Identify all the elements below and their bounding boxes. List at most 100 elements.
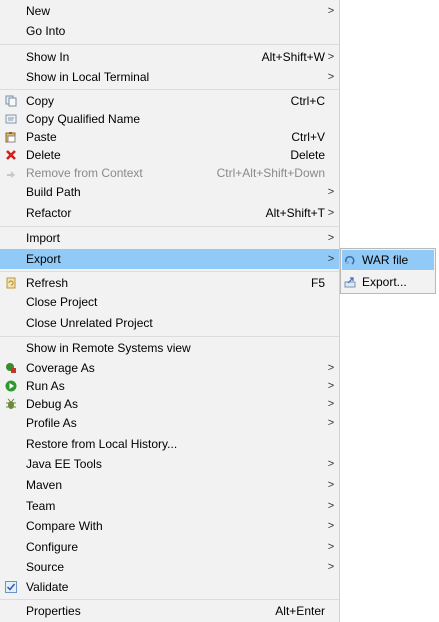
submenu-arrow-icon: >: [327, 500, 335, 512]
menu-item-compare-with[interactable]: Compare With >: [0, 516, 339, 536]
menu-item-label: Delete: [26, 148, 61, 162]
menu-item-copy-qualified-name[interactable]: Copy Qualified Name: [0, 109, 339, 129]
menu-item-label: Remove from Context: [26, 166, 143, 180]
menu-item-restore-from-local-history[interactable]: Restore from Local History...: [0, 434, 339, 454]
delete-icon: [5, 149, 17, 161]
menu-item-label: Configure: [26, 540, 79, 554]
submenu-arrow-icon: >: [327, 479, 335, 491]
menu-item-maven[interactable]: Maven >: [0, 475, 339, 495]
submenu-arrow-icon: >: [327, 561, 335, 573]
menu-item-label: Paste: [26, 130, 57, 144]
run-icon: [5, 380, 17, 392]
menu-item-validate[interactable]: Validate: [0, 577, 339, 597]
menu-item-label: Coverage As: [26, 361, 95, 375]
export-wizard-icon: [344, 276, 356, 288]
menu-item-label: Show in Remote Systems view: [26, 341, 191, 355]
submenu-arrow-icon: >: [327, 398, 335, 410]
menu-item-shortcut: Delete: [290, 148, 325, 162]
menu-separator: [0, 599, 339, 600]
menu-item-label: Restore from Local History...: [26, 437, 178, 451]
menu-separator: [0, 271, 339, 272]
menu-item-import[interactable]: Import >: [0, 228, 339, 248]
menu-item-java-ee-tools[interactable]: Java EE Tools >: [0, 454, 339, 474]
menu-item-show-in[interactable]: Show In Alt+Shift+W >: [0, 47, 339, 67]
debug-icon: [5, 398, 17, 410]
menu-item-label: Compare With: [26, 519, 103, 533]
menu-item-build-path[interactable]: Build Path >: [0, 182, 339, 202]
submenu-arrow-icon: >: [327, 207, 335, 219]
menu-item-label: Java EE Tools: [26, 457, 102, 471]
menu-item-label: New: [26, 4, 51, 18]
submenu-arrow-icon: >: [327, 232, 335, 244]
submenu-arrow-icon: >: [327, 51, 335, 63]
menu-item-label: Copy: [26, 94, 55, 108]
submenu-item-label: Export...: [362, 275, 407, 289]
menu-item-run-as[interactable]: Run As >: [0, 376, 339, 396]
menu-item-shortcut: Ctrl+V: [291, 130, 325, 144]
menu-item-label: Validate: [26, 580, 69, 594]
menu-item-close-unrelated-project[interactable]: Close Unrelated Project: [0, 313, 339, 333]
submenu-arrow-icon: >: [327, 362, 335, 374]
menu-item-export[interactable]: Export >: [0, 249, 339, 269]
menu-item-shortcut: Alt+Shift+T: [265, 206, 325, 220]
menu-item-shortcut: Alt+Shift+W: [261, 50, 325, 64]
submenu-item-war-file[interactable]: WAR file: [342, 250, 434, 270]
menu-item-shortcut: Ctrl+Alt+Shift+Down: [216, 166, 325, 180]
export-submenu: WAR file Export...: [340, 248, 436, 294]
menu-item-shortcut: Alt+Enter: [275, 604, 325, 618]
menu-item-label: Export: [26, 252, 61, 266]
menu-item-debug-as[interactable]: Debug As >: [0, 394, 339, 414]
menu-separator: [0, 44, 339, 45]
menu-item-label: Properties: [26, 604, 81, 618]
coverage-icon: [5, 362, 17, 374]
menu-item-label: Source: [26, 560, 65, 574]
menu-item-shortcut: Ctrl+C: [290, 94, 325, 108]
menu-item-source[interactable]: Source >: [0, 557, 339, 577]
submenu-arrow-icon: >: [327, 541, 335, 553]
refresh-icon: [5, 277, 17, 289]
submenu-arrow-icon: >: [327, 458, 335, 470]
menu-item-properties[interactable]: Properties Alt+Enter: [0, 601, 339, 621]
copy-icon: [5, 95, 17, 107]
menu-item-team[interactable]: Team >: [0, 496, 339, 516]
menu-item-paste[interactable]: Paste Ctrl+V: [0, 127, 339, 147]
submenu-arrow-icon: >: [327, 186, 335, 198]
menu-item-label: Refresh: [26, 276, 69, 290]
menu-item-show-in-local-terminal[interactable]: Show in Local Terminal >: [0, 67, 339, 87]
submenu-item-label: WAR file: [362, 253, 409, 267]
menu-item-coverage-as[interactable]: Coverage As >: [0, 358, 339, 378]
menu-item-label: Refactor: [26, 206, 72, 220]
menu-item-shortcut: F5: [310, 276, 325, 290]
submenu-arrow-icon: >: [327, 520, 335, 532]
paste-icon: [5, 131, 17, 143]
menu-item-label: Run As: [26, 379, 65, 393]
validate-check-icon: [5, 581, 17, 593]
submenu-arrow-icon: >: [327, 5, 335, 17]
menu-item-label: Copy Qualified Name: [26, 112, 141, 126]
menu-item-profile-as[interactable]: Profile As >: [0, 413, 339, 433]
remove-context-icon: [5, 167, 17, 179]
menu-item-label: Import: [26, 231, 61, 245]
submenu-item-export-wizard[interactable]: Export...: [342, 272, 434, 292]
menu-item-label: Build Path: [26, 185, 81, 199]
submenu-arrow-icon: >: [327, 71, 335, 83]
submenu-arrow-icon: >: [327, 380, 335, 392]
menu-item-copy[interactable]: Copy Ctrl+C: [0, 91, 339, 111]
menu-item-new[interactable]: New >: [0, 1, 339, 21]
menu-item-refresh[interactable]: Refresh F5: [0, 273, 339, 293]
copy-qualified-name-icon: [5, 113, 17, 125]
menu-item-configure[interactable]: Configure >: [0, 537, 339, 557]
menu-item-delete[interactable]: Delete Delete: [0, 145, 339, 165]
menu-item-show-in-remote-systems-view[interactable]: Show in Remote Systems view: [0, 338, 339, 358]
menu-item-label: Close Project: [26, 295, 98, 309]
menu-item-refactor[interactable]: Refactor Alt+Shift+T >: [0, 203, 339, 223]
menu-item-label: Show In: [26, 50, 70, 64]
submenu-arrow-icon: >: [327, 417, 335, 429]
menu-item-go-into[interactable]: Go Into: [0, 21, 339, 41]
submenu-arrow-icon: >: [327, 253, 335, 265]
menu-item-close-project[interactable]: Close Project: [0, 292, 339, 312]
menu-separator: [0, 226, 339, 227]
menu-separator: [0, 336, 339, 337]
menu-item-remove-from-context[interactable]: Remove from Context Ctrl+Alt+Shift+Down: [0, 163, 339, 183]
menu-separator: [0, 89, 339, 90]
